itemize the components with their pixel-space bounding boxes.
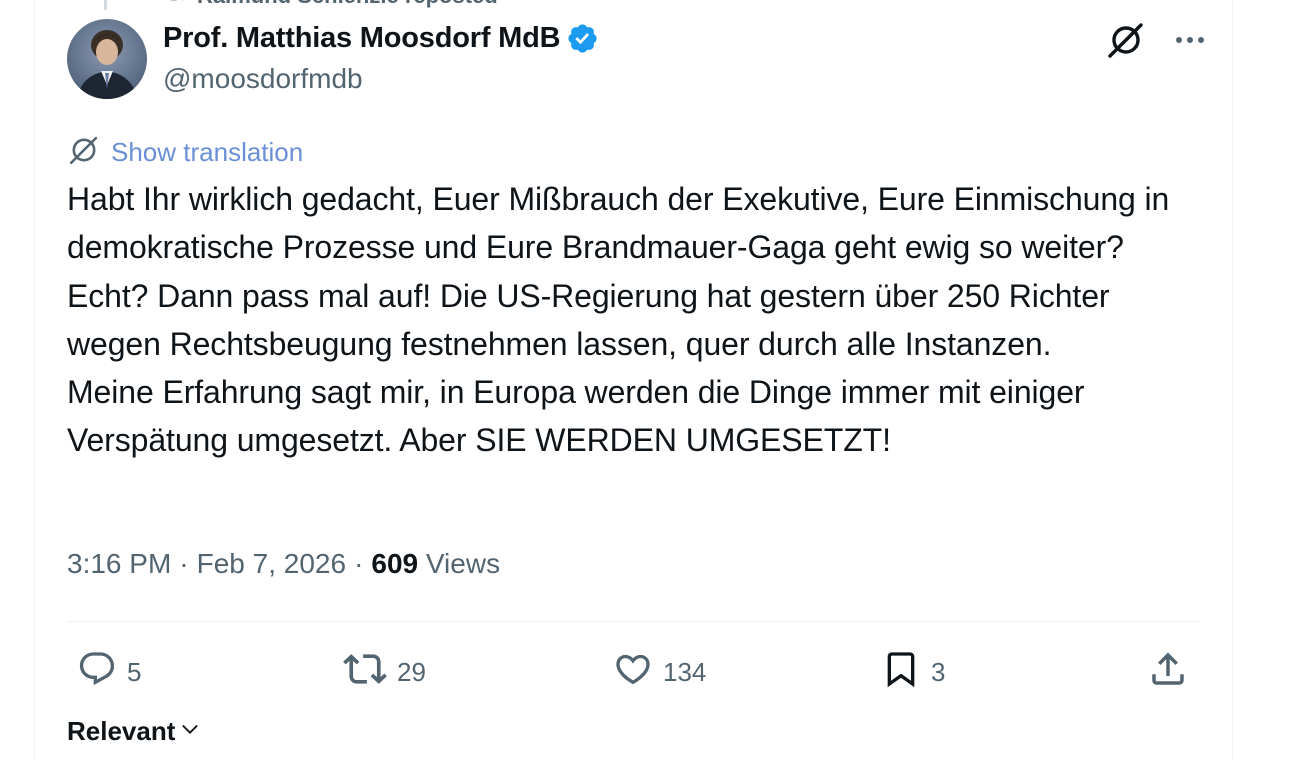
heart-icon <box>613 649 653 696</box>
author-handle[interactable]: @moosdorfmdb <box>163 63 363 95</box>
repost-label: Raimund Schlenzle reposted <box>197 0 498 9</box>
more-icon[interactable] <box>1168 18 1212 62</box>
meta-separator: · <box>354 548 364 579</box>
grok-icon[interactable] <box>1104 18 1148 62</box>
like-count: 134 <box>663 656 707 687</box>
repost-count: 29 <box>397 656 426 687</box>
bookmark-button[interactable]: 3 <box>881 644 945 700</box>
views-label: Views <box>425 548 501 579</box>
repost-icon <box>343 647 387 698</box>
reply-icon <box>77 649 117 696</box>
meta-separator: · <box>179 548 189 579</box>
tweet-meta: 3:16 PM · Feb 7, 2026 · 609 Views <box>67 548 500 580</box>
reply-button[interactable]: 5 <box>77 644 141 700</box>
like-button[interactable]: 134 <box>613 644 706 700</box>
avatar-photo-icon <box>67 19 147 99</box>
author-name-row[interactable]: Prof. Matthias Moosdorf MdB <box>163 22 599 55</box>
share-button[interactable] <box>1147 644 1189 700</box>
avatar[interactable] <box>67 19 147 99</box>
divider <box>67 621 1200 622</box>
tweet-paragraph: Habt Ihr wirklich gedacht, Euer Mißbrauc… <box>67 181 1170 362</box>
repost-context[interactable]: Raimund Schlenzle reposted <box>165 0 498 8</box>
verified-badge-icon[interactable] <box>566 22 599 55</box>
views-count: 609 <box>371 548 419 579</box>
tweet-header-actions <box>1104 18 1212 62</box>
tweet-date[interactable]: Feb 7, 2026 <box>197 548 346 580</box>
replies-sort-label: Relevant <box>67 716 176 746</box>
tweet-text: Habt Ihr wirklich gedacht, Euer Mißbrauc… <box>67 175 1207 465</box>
author-display-name[interactable]: Prof. Matthias Moosdorf MdB <box>163 22 561 55</box>
grok-translate-icon <box>67 133 101 172</box>
bookmark-icon <box>881 649 921 696</box>
show-translation-link[interactable]: Show translation <box>111 137 303 168</box>
chevron-down-icon <box>179 716 201 747</box>
tweet-time[interactable]: 3:16 PM <box>67 548 171 580</box>
repost-icon <box>165 0 187 10</box>
reply-count: 5 <box>127 656 142 687</box>
views[interactable]: 609 Views <box>371 548 500 580</box>
share-icon <box>1147 648 1189 697</box>
replies-sort-dropdown[interactable]: Relevant <box>67 716 201 747</box>
thread-line <box>104 0 107 10</box>
bookmark-count: 3 <box>931 656 946 687</box>
tweet-paragraph: Meine Erfahrung sagt mir, in Europa werd… <box>67 374 1085 459</box>
tweet-action-bar: 5 29 134 3 <box>67 644 1200 700</box>
translation-row[interactable]: Show translation <box>67 133 303 172</box>
repost-button[interactable]: 29 <box>343 644 426 700</box>
